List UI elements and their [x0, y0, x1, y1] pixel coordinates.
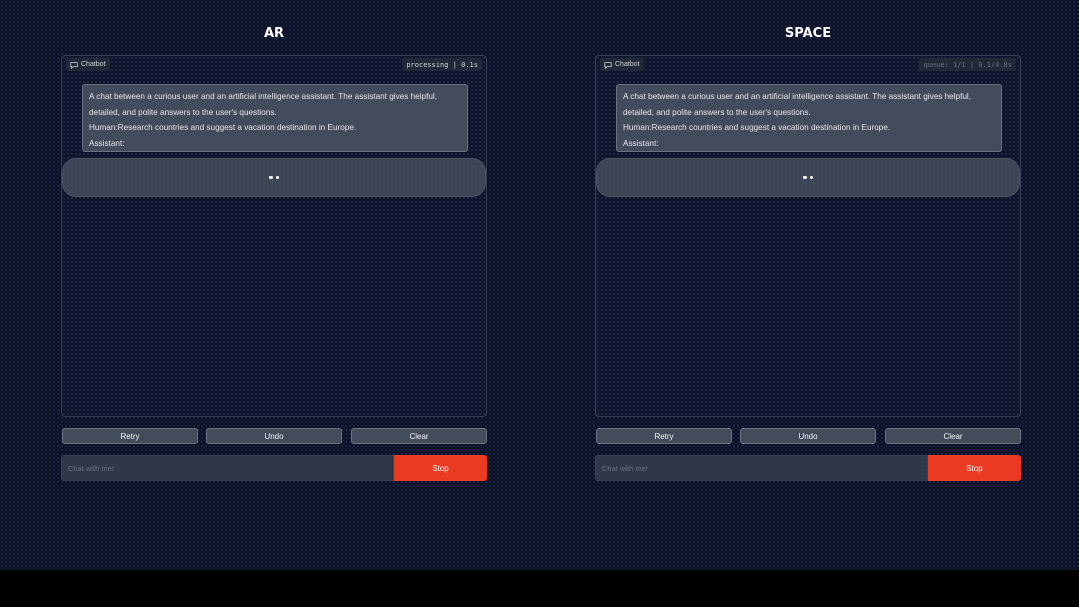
input-row-space: Stop — [595, 455, 1021, 481]
clear-button[interactable]: Clear — [885, 428, 1021, 444]
undo-button[interactable]: Undo — [740, 428, 876, 444]
pane-title-space: SPACE — [784, 26, 832, 41]
stop-button[interactable]: Stop — [928, 455, 1021, 481]
status-badge: queue: 1/1 | 0.1/4.8s — [919, 58, 1016, 71]
chatbot-label-text: Chatbot — [81, 61, 106, 68]
action-buttons-space: Retry Undo Clear — [595, 428, 1021, 444]
chat-bubble-icon — [604, 61, 612, 69]
typing-dot — [275, 175, 279, 180]
undo-button[interactable]: Undo — [206, 428, 342, 444]
app-stage: AR Chatbot processing | 0.1s A chat betw… — [0, 0, 1079, 570]
chatbot-label: Chatbot — [66, 58, 110, 71]
action-buttons-ar: Retry Undo Clear — [61, 428, 487, 444]
user-message: A chat between a curious user and an art… — [616, 84, 1002, 152]
assistant-line-text: Assistant: — [89, 138, 125, 148]
chat-input[interactable] — [61, 455, 394, 481]
typing-dot — [809, 175, 813, 180]
typing-dot — [803, 175, 807, 180]
clear-button[interactable]: Clear — [351, 428, 487, 444]
chat-input[interactable] — [595, 455, 928, 481]
retry-button[interactable]: Retry — [596, 428, 732, 444]
status-badge: processing | 0.1s — [402, 58, 482, 71]
chatbot-label: Chatbot — [600, 58, 644, 71]
chatbot-ar[interactable]: Chatbot processing | 0.1s A chat between… — [61, 55, 487, 417]
chatbot-label-text: Chatbot — [615, 61, 640, 68]
assistant-line-text: Assistant: — [623, 138, 659, 148]
chat-bubble-icon — [70, 61, 78, 69]
system-prompt-text: A chat between a curious user and an art… — [623, 92, 972, 117]
human-line-text: Human:Research countries and suggest a v… — [89, 123, 357, 133]
input-row-ar: Stop — [61, 455, 487, 481]
chatbot-space[interactable]: Chatbot queue: 1/1 | 0.1/4.8s A chat bet… — [595, 55, 1021, 417]
user-message: A chat between a curious user and an art… — [82, 84, 468, 152]
human-line-text: Human:Research countries and suggest a v… — [623, 123, 891, 133]
bot-message-typing — [596, 158, 1020, 197]
typing-dot — [269, 175, 273, 180]
retry-button[interactable]: Retry — [62, 428, 198, 444]
system-prompt-text: A chat between a curious user and an art… — [89, 92, 438, 117]
bot-message-typing — [62, 158, 486, 197]
stop-button[interactable]: Stop — [394, 455, 487, 481]
pane-title-ar: AR — [263, 26, 285, 41]
